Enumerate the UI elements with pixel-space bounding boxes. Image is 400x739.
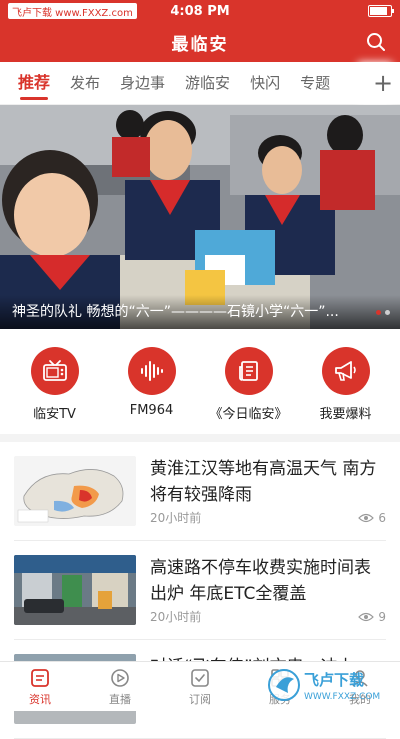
view-count: 9	[378, 609, 386, 624]
carrier-label: 飞卢下载 www.FXXZ.com	[8, 3, 137, 19]
status-bar: 飞卢下载 www.FXXZ.com 4:08 PM	[0, 0, 400, 22]
news-title: 黄淮江汉等地有高温天气 南方将有较强降雨	[150, 459, 377, 505]
nav-subscribe[interactable]: 订阅	[160, 662, 240, 711]
tv-icon	[30, 347, 79, 395]
add-channel-icon[interactable]: +	[366, 62, 400, 104]
play-icon	[111, 668, 129, 687]
tab-flash[interactable]: 快闪	[240, 62, 290, 104]
nav-label: 我的	[349, 692, 371, 706]
quick-links: 临安TV FM964 《今日临安》 我要爆料	[0, 329, 400, 442]
eye-icon	[358, 513, 375, 522]
megaphone-icon	[321, 347, 370, 395]
banner-caption: 神圣的队礼 畅想的“六一”————石镜小学“六一”...	[0, 295, 400, 329]
banner-dot-active	[376, 310, 381, 315]
toll-station-thumbnail	[14, 555, 136, 625]
banner-pagination	[376, 310, 390, 315]
quick-link-label: 《今日临安》	[209, 407, 288, 422]
nav-news[interactable]: 资讯	[0, 662, 80, 711]
weather-map-thumbnail	[14, 456, 136, 526]
tab-publish[interactable]: 发布	[60, 62, 110, 104]
app-header: 最临安	[0, 22, 400, 62]
news-title: 高速路不停车收费实施时间表出炉 年底ETC全覆盖	[150, 558, 371, 604]
quick-link-tv[interactable]: 临安TV	[9, 347, 101, 422]
nav-label: 资讯	[29, 692, 51, 706]
quick-link-paper[interactable]: 《今日临安》	[203, 347, 295, 422]
banner-dot	[385, 310, 390, 315]
nav-service[interactable]: 服务	[240, 662, 320, 711]
quick-link-label: 我要爆料	[319, 407, 372, 422]
tab-nearby[interactable]: 身边事	[110, 62, 175, 104]
bottom-nav: 资讯 直播 订阅 服务 我的	[0, 661, 400, 711]
nav-profile[interactable]: 我的	[320, 662, 400, 711]
tab-topics[interactable]: 专题	[290, 62, 340, 104]
channel-tabs: 推荐 发布 身边事 游临安 快闪 专题 +	[0, 62, 400, 105]
news-time: 20小时前	[150, 610, 202, 624]
tab-travel[interactable]: 游临安	[175, 62, 240, 104]
service-icon	[271, 668, 289, 687]
nav-label: 订阅	[189, 692, 211, 706]
battery-icon	[368, 5, 394, 17]
audio-wave-icon	[127, 347, 176, 395]
list-item[interactable]: 黄淮江汉等地有高温天气 南方将有较强降雨 20小时前 6	[14, 442, 386, 541]
quick-link-label: FM964	[129, 403, 174, 418]
news-icon	[31, 668, 49, 687]
status-time: 4:08 PM	[170, 3, 230, 19]
search-icon[interactable]	[366, 32, 386, 52]
news-time: 20小时前	[150, 511, 202, 525]
eye-icon	[358, 612, 375, 621]
nav-live[interactable]: 直播	[80, 662, 160, 711]
nav-label: 直播	[109, 692, 131, 706]
app-title: 最临安	[171, 34, 229, 55]
tab-recommend[interactable]: 推荐	[8, 62, 60, 104]
quick-link-label: 临安TV	[33, 407, 76, 422]
banner-carousel[interactable]: 神圣的队礼 畅想的“六一”————石镜小学“六一”...	[0, 105, 400, 329]
profile-icon	[352, 669, 368, 687]
nav-label: 服务	[269, 692, 291, 706]
subscribe-icon	[191, 668, 209, 687]
newspaper-icon	[224, 347, 273, 395]
quick-link-fm[interactable]: FM964	[106, 347, 198, 422]
list-item[interactable]: 高速路不停车收费实施时间表出炉 年底ETC全覆盖 20小时前 9	[14, 541, 386, 640]
view-count: 6	[378, 510, 386, 525]
quick-link-report[interactable]: 我要爆料	[300, 347, 392, 422]
